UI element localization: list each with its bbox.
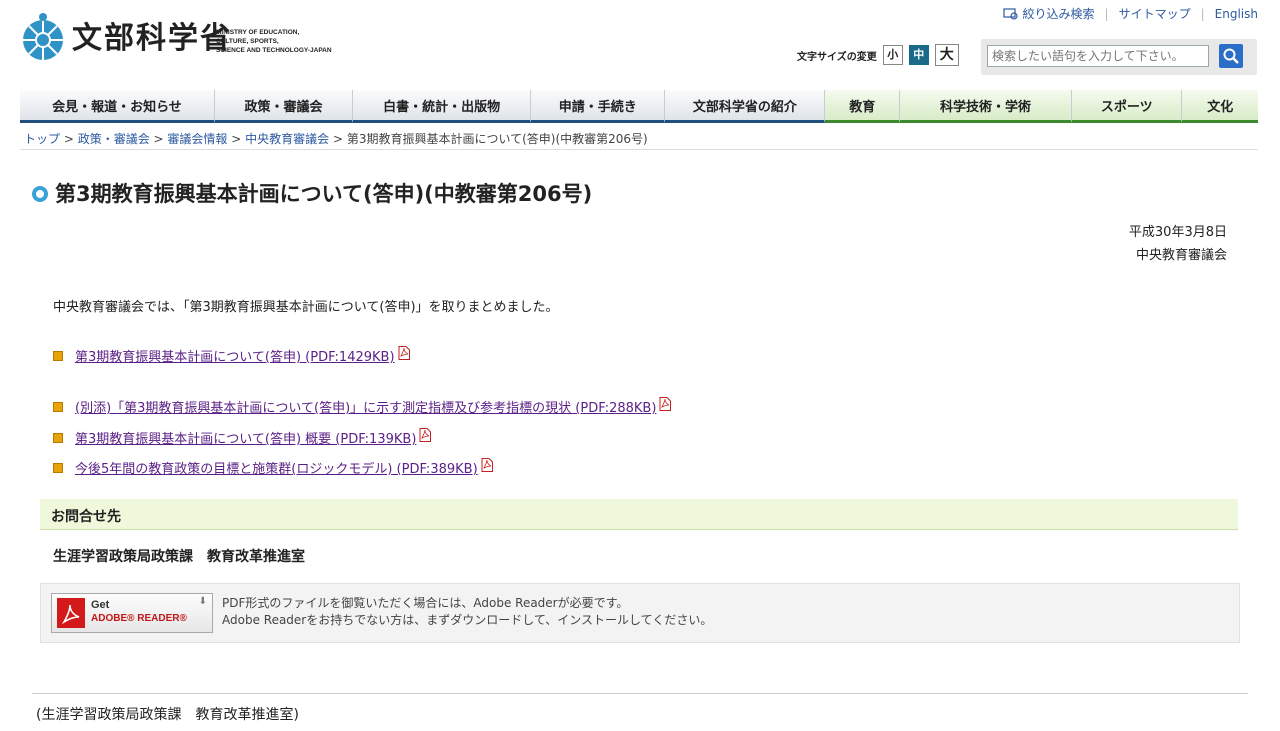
pdf-icon — [659, 396, 672, 411]
breadcrumb: トップ > 政策・審議会 > 審議会情報 > 中央教育審議会 > 第3期教育振興… — [24, 132, 648, 146]
pdf-icon — [419, 427, 432, 442]
breadcrumb-top[interactable]: トップ — [24, 132, 60, 146]
get-adobe-reader-button[interactable]: Get ADOBE® READER® ⬇ — [51, 593, 213, 633]
adobe-get-label: Get — [91, 599, 110, 611]
nav-item-applications[interactable]: 申請・手続き — [531, 90, 666, 123]
breadcrumb-council-info[interactable]: 審議会情報 — [167, 132, 227, 146]
adobe-reader-notice: Get ADOBE® READER® ⬇ PDF形式のファイルを御覧いただく場合… — [40, 583, 1240, 643]
publish-date: 平成30年3月8日 — [1128, 225, 1227, 240]
page-title: 第3期教育振興基本計画について(答申)(中教審第206号) — [55, 182, 593, 206]
list-item: 第3期教育振興基本計画について(答申) 概要 (PDF:139KB) — [53, 427, 432, 447]
filter-search-icon — [1002, 7, 1018, 20]
mext-logo-icon — [23, 13, 63, 60]
breadcrumb-current: 第3期教育振興基本計画について(答申)(中教審第206号) — [346, 132, 648, 146]
pdf-icon — [481, 457, 493, 472]
bullet-icon — [53, 432, 63, 443]
nav-item-science[interactable]: 科学技術・学術 — [900, 90, 1073, 123]
list-item: 第3期教育振興基本計画について(答申) (PDF:1429KB) — [53, 345, 410, 365]
breadcrumb-central-council[interactable]: 中央教育審議会 — [245, 132, 329, 146]
pdf-icon — [398, 345, 410, 360]
title-bullet-icon — [32, 186, 48, 202]
nav-item-culture[interactable]: 文化 — [1182, 90, 1258, 123]
search-icon — [1223, 48, 1239, 64]
nav-item-education[interactable]: 教育 — [825, 90, 901, 123]
breadcrumb-divider — [20, 149, 1258, 150]
bullet-icon — [53, 462, 63, 473]
adobe-reader-label: ADOBE® READER® — [91, 613, 187, 624]
top-link-english[interactable]: English — [1215, 7, 1258, 21]
download-arrow-icon: ⬇ — [198, 596, 207, 607]
intro-text: 中央教育審議会では、「第3期教育振興基本計画について(答申)」を取りまとめました… — [53, 300, 559, 315]
search-input[interactable] — [987, 45, 1209, 67]
bullet-icon — [53, 401, 63, 412]
nav-item-sports[interactable]: スポーツ — [1072, 90, 1183, 123]
top-links: 絞り込み検索 | サイトマップ | English — [1002, 5, 1258, 22]
footer-contact: (生涯学習政策局政策課 教育改革推進室) — [36, 707, 299, 723]
nav-item-press[interactable]: 会見・報道・お知らせ — [20, 90, 215, 123]
publisher: 中央教育審議会 — [1135, 248, 1227, 263]
nav-item-publications[interactable]: 白書・統計・出版物 — [353, 90, 532, 123]
contact-department: 生涯学習政策局政策課 教育改革推進室 — [53, 549, 305, 565]
search-button[interactable] — [1219, 44, 1243, 68]
search-box — [981, 39, 1257, 75]
list-item: 今後5年間の教育政策の目標と施策群(ロジックモデル) (PDF:389KB) — [53, 457, 493, 477]
top-link-sitemap[interactable]: サイトマップ — [1119, 5, 1191, 22]
global-nav: 会見・報道・お知らせ 政策・審議会 白書・統計・出版物 申請・手続き 文部科学省… — [20, 90, 1258, 123]
adobe-logo-icon — [57, 598, 85, 628]
breadcrumb-policy[interactable]: 政策・審議会 — [78, 132, 150, 146]
document-link-summary[interactable]: 第3期教育振興基本計画について(答申) 概要 (PDF:139KB) — [75, 428, 416, 447]
logo-english: MINISTRY OF EDUCATION, CULTURE, SPORTS, … — [216, 29, 332, 54]
font-size-label: 文字サイズの変更 — [797, 51, 877, 63]
top-link-filter-search[interactable]: 絞り込み検索 — [1023, 5, 1095, 22]
font-size-small-button[interactable]: 小 — [882, 45, 903, 65]
logo-title[interactable]: 文部科学省 — [72, 22, 232, 56]
document-link-report[interactable]: 第3期教育振興基本計画について(答申) (PDF:1429KB) — [75, 346, 395, 365]
bullet-icon — [53, 350, 63, 361]
font-size-medium-button[interactable]: 中 — [908, 45, 929, 65]
adobe-notice-text: PDF形式のファイルを御覧いただく場合には、Adobe Readerが必要です。… — [222, 596, 713, 627]
font-size-large-button[interactable]: 大 — [934, 44, 959, 66]
document-link-logic-model[interactable]: 今後5年間の教育政策の目標と施策群(ロジックモデル) (PDF:389KB) — [75, 458, 478, 477]
list-item: (別添)「第3期教育振興基本計画について(答申)」に示す測定指標及び参考指標の現… — [53, 396, 672, 416]
document-link-indicators[interactable]: (別添)「第3期教育振興基本計画について(答申)」に示す測定指標及び参考指標の現… — [75, 397, 656, 416]
nav-item-about[interactable]: 文部科学省の紹介 — [665, 90, 826, 123]
footer-divider — [32, 693, 1248, 694]
publish-info: 平成30年3月8日 中央教育審議会 — [1129, 221, 1227, 267]
contact-header: お問合せ先 — [40, 499, 1238, 530]
font-size-control: 文字サイズの変更 小 中 大 — [797, 44, 959, 66]
contact-title: お問合せ先 — [51, 509, 121, 525]
nav-item-policy[interactable]: 政策・審議会 — [214, 90, 354, 123]
